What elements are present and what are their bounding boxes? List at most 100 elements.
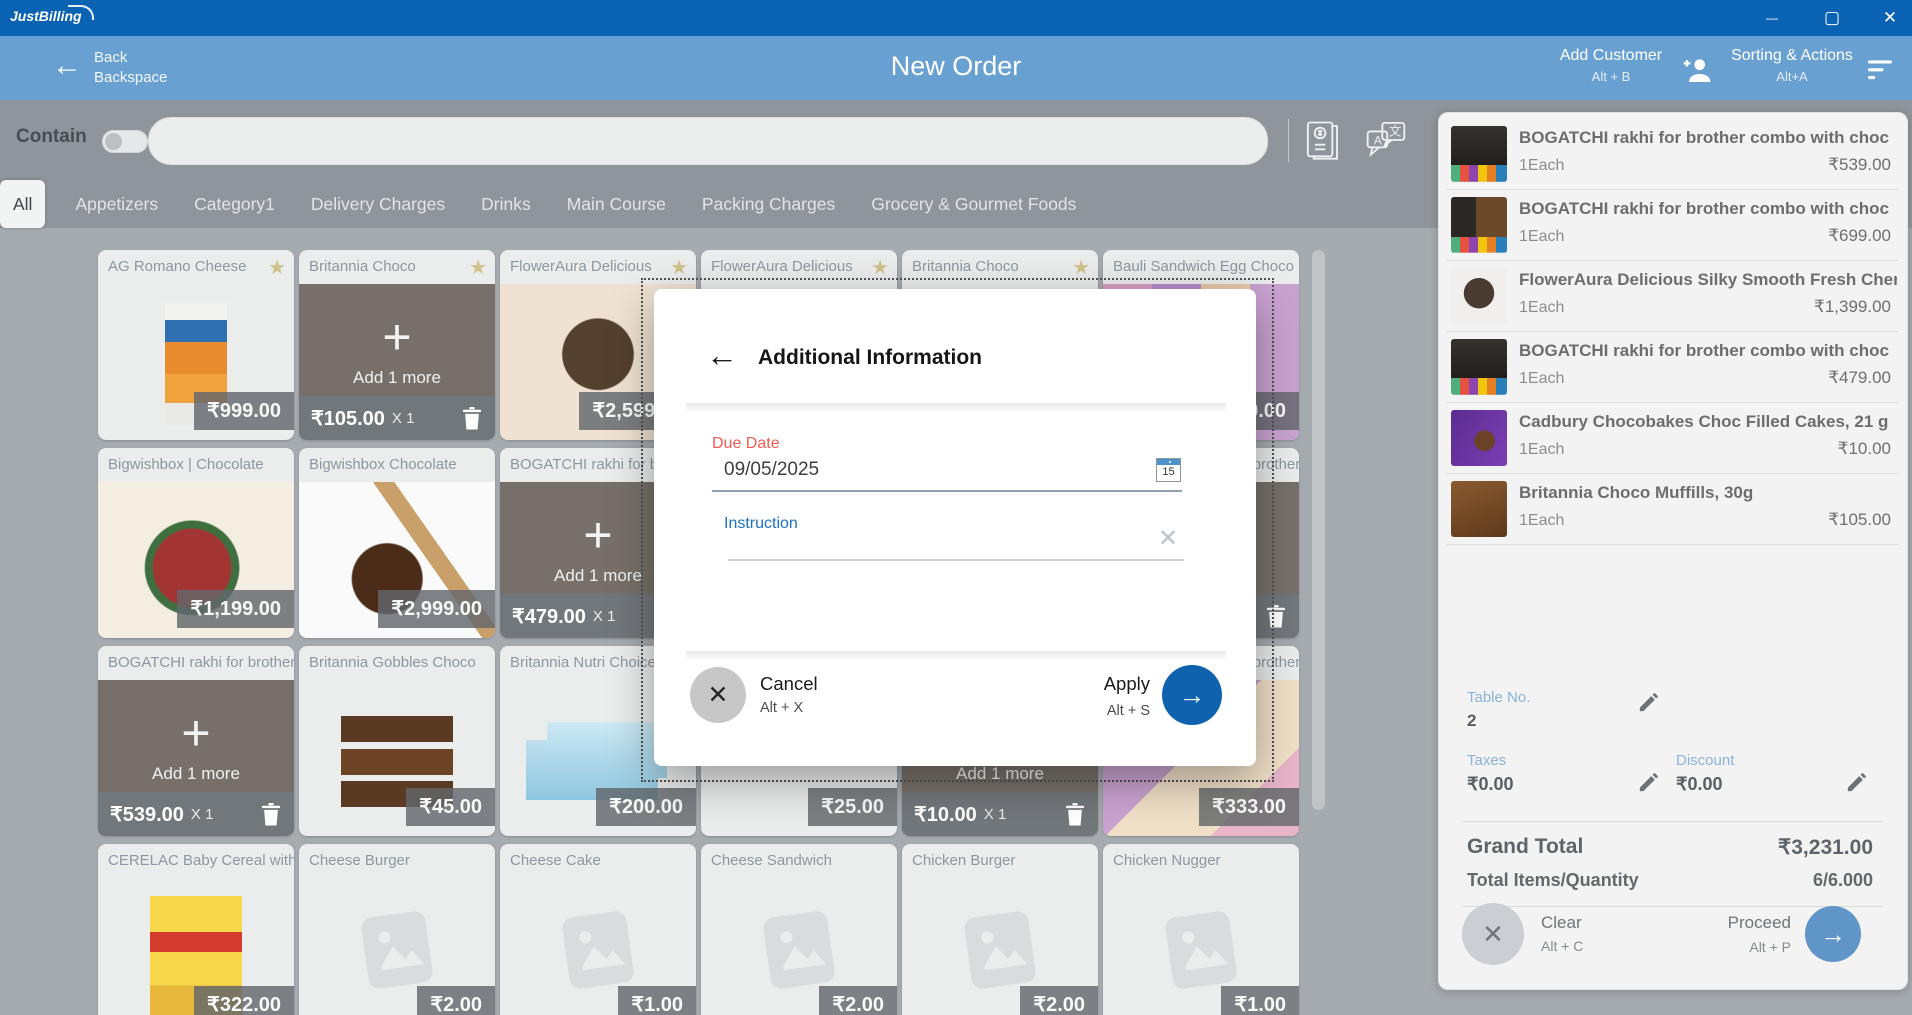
product-card[interactable]: Chicken Burger ₹2.00 [902,844,1098,1015]
proceed-button[interactable]: → [1805,906,1861,962]
price-badge: ₹1.00 [618,986,696,1015]
cart-item[interactable]: Britannia Choco Muffills, 30g1Each₹105.0… [1447,474,1899,545]
tab-category1[interactable]: Category1 [194,194,275,215]
vertical-scrollbar[interactable] [1312,250,1325,810]
tab-appetizers[interactable]: Appetizers [75,194,158,215]
price-badge: ₹2,999.00 [378,590,495,628]
product-card[interactable]: Cheese Burger₹2.00 [299,844,495,1015]
cart-item-quantity: 1Each [1519,370,1564,388]
dialog-footer-divider [686,651,1226,654]
tab-all[interactable]: All [0,180,45,228]
product-title: CERELAC Baby Cereal with [98,844,294,878]
product-title: FlowerAura Delicious [701,250,897,284]
cart-item-price: ₹699.00 [1828,226,1891,246]
trash-icon[interactable] [1064,802,1086,827]
cart-panel: BOGATCHI rakhi for brother combo with ch… [1438,112,1908,990]
product-title: Chicken Nugger [1103,844,1299,878]
price-badge: ₹2.00 [417,986,495,1015]
tab-main-course[interactable]: Main Course [567,194,666,215]
tab-packing-charges[interactable]: Packing Charges [702,194,835,215]
price-badge: ₹999.00 [194,392,294,430]
product-title: Chicken Burger [902,844,1098,878]
apply-labels: Apply Alt + S [1104,673,1150,719]
clear-shortcut: Alt + C [1541,938,1583,954]
price-badge: ₹2.00 [1020,986,1098,1015]
category-tabs: All Appetizers Category1 Delivery Charges Dr… [0,180,1912,228]
edit-table-pencil-icon[interactable] [1637,691,1660,714]
justbilling-logo: JustBilling [10,8,82,24]
sorting-shortcut: Alt+A [1724,69,1860,84]
trash-icon[interactable] [461,406,483,431]
edit-discount-pencil-icon[interactable] [1845,771,1868,794]
edit-taxes-pencil-icon[interactable] [1637,771,1660,794]
add-person-icon[interactable] [1678,54,1716,86]
product-card[interactable]: Bigwishbox | Chocolate₹1,199.00 [98,448,294,638]
add-more-plus-icon: + [98,708,294,758]
maximize-button[interactable] [1809,0,1855,36]
apply-shortcut: Alt + S [1104,703,1150,719]
calendar-icon[interactable]: 15 [1156,458,1181,482]
cart-item-quantity: 1Each [1519,299,1564,317]
filter-sort-icon[interactable] [1864,58,1896,82]
product-card[interactable]: CERELAC Baby Cereal with₹322.00 [98,844,294,1015]
trash-icon[interactable] [260,802,282,827]
product-card[interactable]: Bigwishbox Chocolate₹2,999.00 [299,448,495,638]
minimize-button[interactable] [1749,0,1795,36]
cart-item[interactable]: BOGATCHI rakhi for brother combo with ch… [1447,332,1899,403]
quantity-bar: ₹10.00X 1 [902,792,1098,836]
quantity-multiplier: X 1 [593,608,616,625]
translate-icon[interactable]: 文 A [1364,119,1408,161]
grand-total-label: Grand Total [1467,835,1583,859]
close-button[interactable] [1867,0,1912,36]
proceed-shortcut: Alt + P [1728,939,1791,955]
clear-button[interactable]: ✕ [1462,903,1524,965]
search-bar [148,117,1268,165]
clear-instruction-icon[interactable]: ✕ [1158,527,1178,551]
proceed-labels: Proceed Alt + P [1728,913,1791,955]
selected-item-price: ₹539.00 [110,802,184,827]
search-input[interactable] [169,122,1247,160]
product-card[interactable]: Chicken Nugger₹1.00 [1103,844,1299,1015]
tab-drinks[interactable]: Drinks [481,194,531,215]
product-title: AG Romano Cheese [98,250,294,284]
add-customer-button[interactable]: Add Customer Alt + B [1552,47,1670,84]
total-items-value: 6/6.000 [1813,870,1873,891]
cart-item[interactable]: FlowerAura Delicious Silky Smooth Fresh … [1447,261,1899,332]
app-window: JustBilling ← Back Backspace New Order A… [0,0,1912,1015]
toolbar-divider [1288,119,1289,162]
trash-icon[interactable] [1265,604,1287,629]
product-card[interactable]: Britannia Gobbles Choco₹45.00 [299,646,495,836]
cart-item-image [1451,410,1507,466]
clear-label: Clear [1541,913,1582,933]
discount-value: ₹0.00 [1676,774,1723,795]
price-badge: ₹200.00 [596,788,696,826]
selected-item-price: ₹10.00 [914,802,977,827]
favorite-star-icon: ★ [871,255,889,280]
apply-button[interactable]: → [1162,665,1222,725]
dialog-title: Additional Information [758,346,982,370]
tab-grocery-gourmet-foods[interactable]: Grocery & Gourmet Foods [871,194,1076,215]
tab-delivery-charges[interactable]: Delivery Charges [311,194,445,215]
quantity-bar: ₹539.00X 1 [98,792,294,836]
cart-item[interactable]: Cadbury Chocobakes Choc Filled Cakes, 21… [1447,403,1899,474]
cart-item-price: ₹539.00 [1828,155,1891,175]
svg-text:文: 文 [1389,124,1401,139]
contain-toggle[interactable] [102,130,148,153]
billing-invoice-icon[interactable] [1302,119,1346,161]
product-card[interactable]: Cheese Cake₹1.00 [500,844,696,1015]
cart-item-quantity: 1Each [1519,157,1564,175]
table-no-label: Table No. [1467,689,1530,706]
sorting-actions-button[interactable]: Sorting & Actions Alt+A [1724,47,1860,84]
add-more-plus-icon: + [299,312,495,362]
summary-divider [1463,821,1883,822]
product-card[interactable]: Cheese Sandwich₹2.00 [701,844,897,1015]
add-customer-shortcut: Alt + B [1552,69,1670,84]
product-card[interactable]: Britannia Choco★+Add 1 more₹105.00X 1 [299,250,495,440]
due-date-field[interactable]: 09/05/2025 [724,459,819,481]
dialog-back-arrow-icon[interactable]: ← [706,339,738,371]
instruction-field[interactable] [728,559,1184,561]
quantity-multiplier: X 1 [392,410,415,427]
cancel-button[interactable]: ✕ [690,667,746,723]
product-card[interactable]: BOGATCHI rakhi for brother+Add 1 more₹53… [98,646,294,836]
product-card[interactable]: AG Romano Cheese★₹999.00 [98,250,294,440]
